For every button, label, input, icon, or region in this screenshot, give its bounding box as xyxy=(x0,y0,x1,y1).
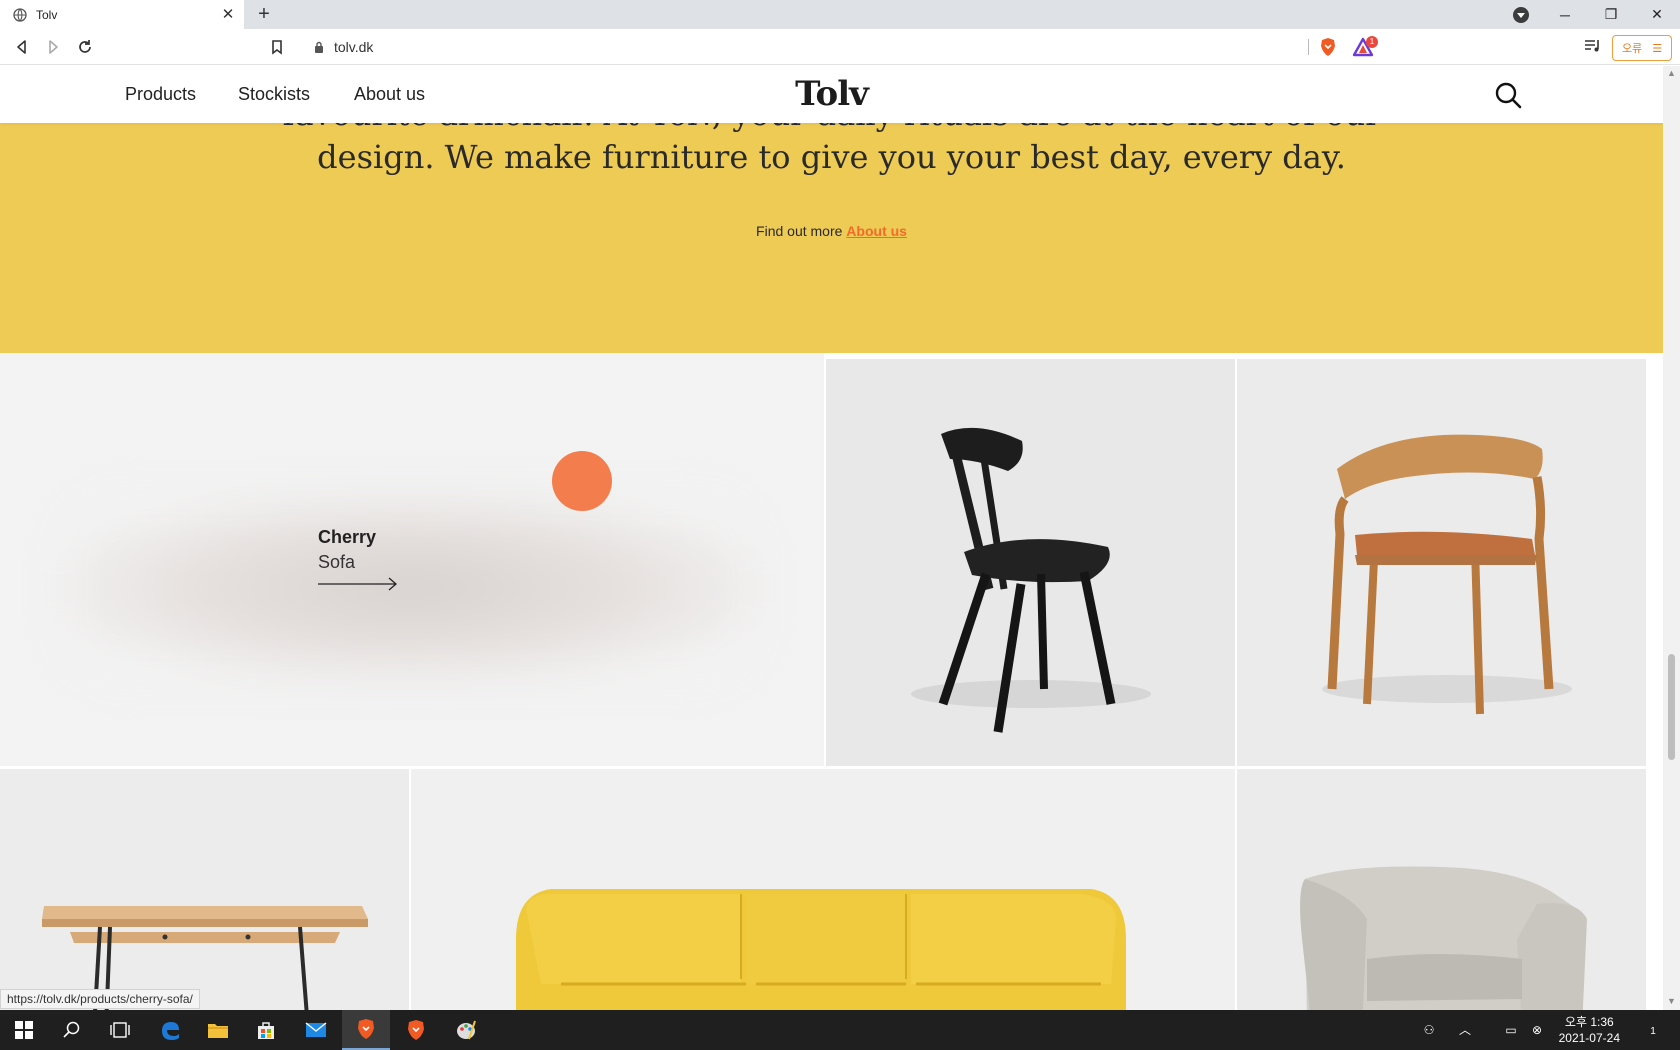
site-header: Products Stockists About us Tolv xyxy=(0,66,1663,123)
taskbar-search-button[interactable] xyxy=(48,1010,96,1050)
tab-search-dropdown-icon[interactable] xyxy=(1513,7,1529,23)
link-status-bubble: https://tolv.dk/products/cherry-sofa/ xyxy=(0,989,200,1009)
table-image xyxy=(42,906,368,1010)
browser-tab-strip: Tolv ✕ + ─ ❐ ✕ xyxy=(0,0,1680,29)
tab-title: Tolv xyxy=(36,7,58,22)
taskbar-store[interactable] xyxy=(242,1010,290,1050)
windows-logo-icon xyxy=(15,1021,33,1039)
edge-icon xyxy=(162,1022,179,1040)
task-view-button[interactable] xyxy=(96,1010,144,1050)
taskbar-paint[interactable] xyxy=(442,1010,490,1050)
globe-icon xyxy=(13,7,27,22)
product-type: Sofa xyxy=(318,552,356,572)
error-label: 오류 xyxy=(1621,43,1643,55)
minimize-button[interactable]: ─ xyxy=(1542,0,1588,29)
tab-close-icon[interactable]: ✕ xyxy=(220,6,236,23)
close-window-button[interactable]: ✕ xyxy=(1634,0,1680,29)
hotspot-dot[interactable] xyxy=(552,451,612,511)
paint-palette-icon xyxy=(457,1020,476,1040)
error-menu-button[interactable]: 오류 ☰ xyxy=(1612,35,1672,61)
forward-icon[interactable] xyxy=(44,38,62,56)
product-card-grey-armchair[interactable] xyxy=(1237,769,1646,1010)
taskbar-edge[interactable] xyxy=(146,1010,194,1050)
wood-armchair-image xyxy=(1322,434,1572,715)
notification-count: 1 xyxy=(1650,1026,1656,1037)
product-card-black-chair[interactable] xyxy=(826,359,1235,766)
yellow-sofa-image xyxy=(516,889,1126,1010)
notification-center-icon[interactable]: 1 xyxy=(1640,1022,1666,1038)
product-card-yellow-sofa[interactable] xyxy=(411,769,1235,1010)
find-out-more: Find out more About us xyxy=(0,223,1663,239)
scroll-up-arrow-icon[interactable]: ▲ xyxy=(1667,68,1676,78)
taskbar-brave-second[interactable] xyxy=(392,1010,440,1050)
network-icon[interactable]: ▭ xyxy=(1502,1022,1520,1038)
page-viewport: favourite armchair. At Tolv, your daily … xyxy=(0,66,1663,1010)
brave-icon xyxy=(408,1020,424,1040)
lock-icon xyxy=(315,41,323,53)
mail-icon xyxy=(305,1022,327,1037)
product-card-cherry-sofa[interactable]: Cherry Sofa xyxy=(0,353,824,766)
scroll-thumb[interactable] xyxy=(1668,654,1675,760)
volume-muted-icon[interactable]: ⊗ xyxy=(1528,1022,1546,1038)
restore-button[interactable]: ❐ xyxy=(1588,0,1634,29)
system-clock[interactable]: 오후 1:36 2021-07-24 xyxy=(1559,1014,1620,1046)
url-text: tolv.dk xyxy=(334,39,374,55)
playlist-icon[interactable] xyxy=(1584,38,1602,54)
product-name: Cherry xyxy=(318,527,377,547)
hamburger-menu-icon: ☰ xyxy=(1652,42,1663,55)
clock-time: 오후 1:36 xyxy=(1564,1015,1614,1029)
taskbar-file-explorer[interactable] xyxy=(194,1010,242,1050)
sofa-image-blurred xyxy=(60,493,760,683)
rewards-badge: 1 xyxy=(1366,36,1378,48)
new-tab-plus-icon[interactable]: + xyxy=(254,4,274,24)
address-separator xyxy=(1308,39,1309,55)
product-card-wood-armchair[interactable] xyxy=(1237,359,1646,766)
reload-icon[interactable] xyxy=(76,38,94,56)
task-view-icon xyxy=(110,1022,130,1038)
product-card-table[interactable] xyxy=(0,769,409,1010)
scroll-down-arrow-icon[interactable]: ▼ xyxy=(1667,996,1676,1006)
address-bar[interactable]: tolv.dk xyxy=(298,34,1310,60)
page-scrollbar[interactable]: ▲ ▼ xyxy=(1663,66,1680,1010)
grey-armchair-image xyxy=(1300,866,1587,1010)
brave-shields-icon[interactable] xyxy=(1319,37,1337,57)
people-icon[interactable]: ⚇ xyxy=(1420,1022,1438,1038)
start-button[interactable] xyxy=(0,1010,48,1050)
search-icon[interactable] xyxy=(1493,80,1523,110)
find-out-more-label: Find out more xyxy=(756,223,843,239)
banner-text-line-2: design. We make furniture to give you yo… xyxy=(317,138,1346,176)
bookmark-icon[interactable] xyxy=(268,38,286,56)
browser-tab-tolv[interactable]: Tolv ✕ xyxy=(0,0,244,29)
site-logo[interactable]: Tolv xyxy=(0,74,1663,114)
windows-taskbar: ⚇ ︿ ▭ ⊗ 오후 1:36 2021-07-24 1 xyxy=(0,1010,1680,1050)
store-bag-icon xyxy=(258,1022,274,1039)
arrow-right-icon[interactable] xyxy=(318,577,398,591)
taskbar-mail[interactable] xyxy=(292,1010,340,1050)
back-icon[interactable] xyxy=(13,38,31,56)
taskbar-brave-active[interactable] xyxy=(342,1010,390,1050)
folder-icon xyxy=(208,1024,228,1038)
taskbar-search-icon xyxy=(63,1021,80,1038)
about-us-link[interactable]: About us xyxy=(846,223,907,239)
clock-date: 2021-07-24 xyxy=(1558,1031,1620,1045)
window-controls: ─ ❐ ✕ xyxy=(1542,0,1680,29)
show-hidden-icons-icon[interactable]: ︿ xyxy=(1456,1022,1474,1038)
black-chair-image xyxy=(911,427,1151,733)
browser-toolbar: tolv.dk xyxy=(0,29,1680,65)
brave-icon xyxy=(358,1019,374,1039)
